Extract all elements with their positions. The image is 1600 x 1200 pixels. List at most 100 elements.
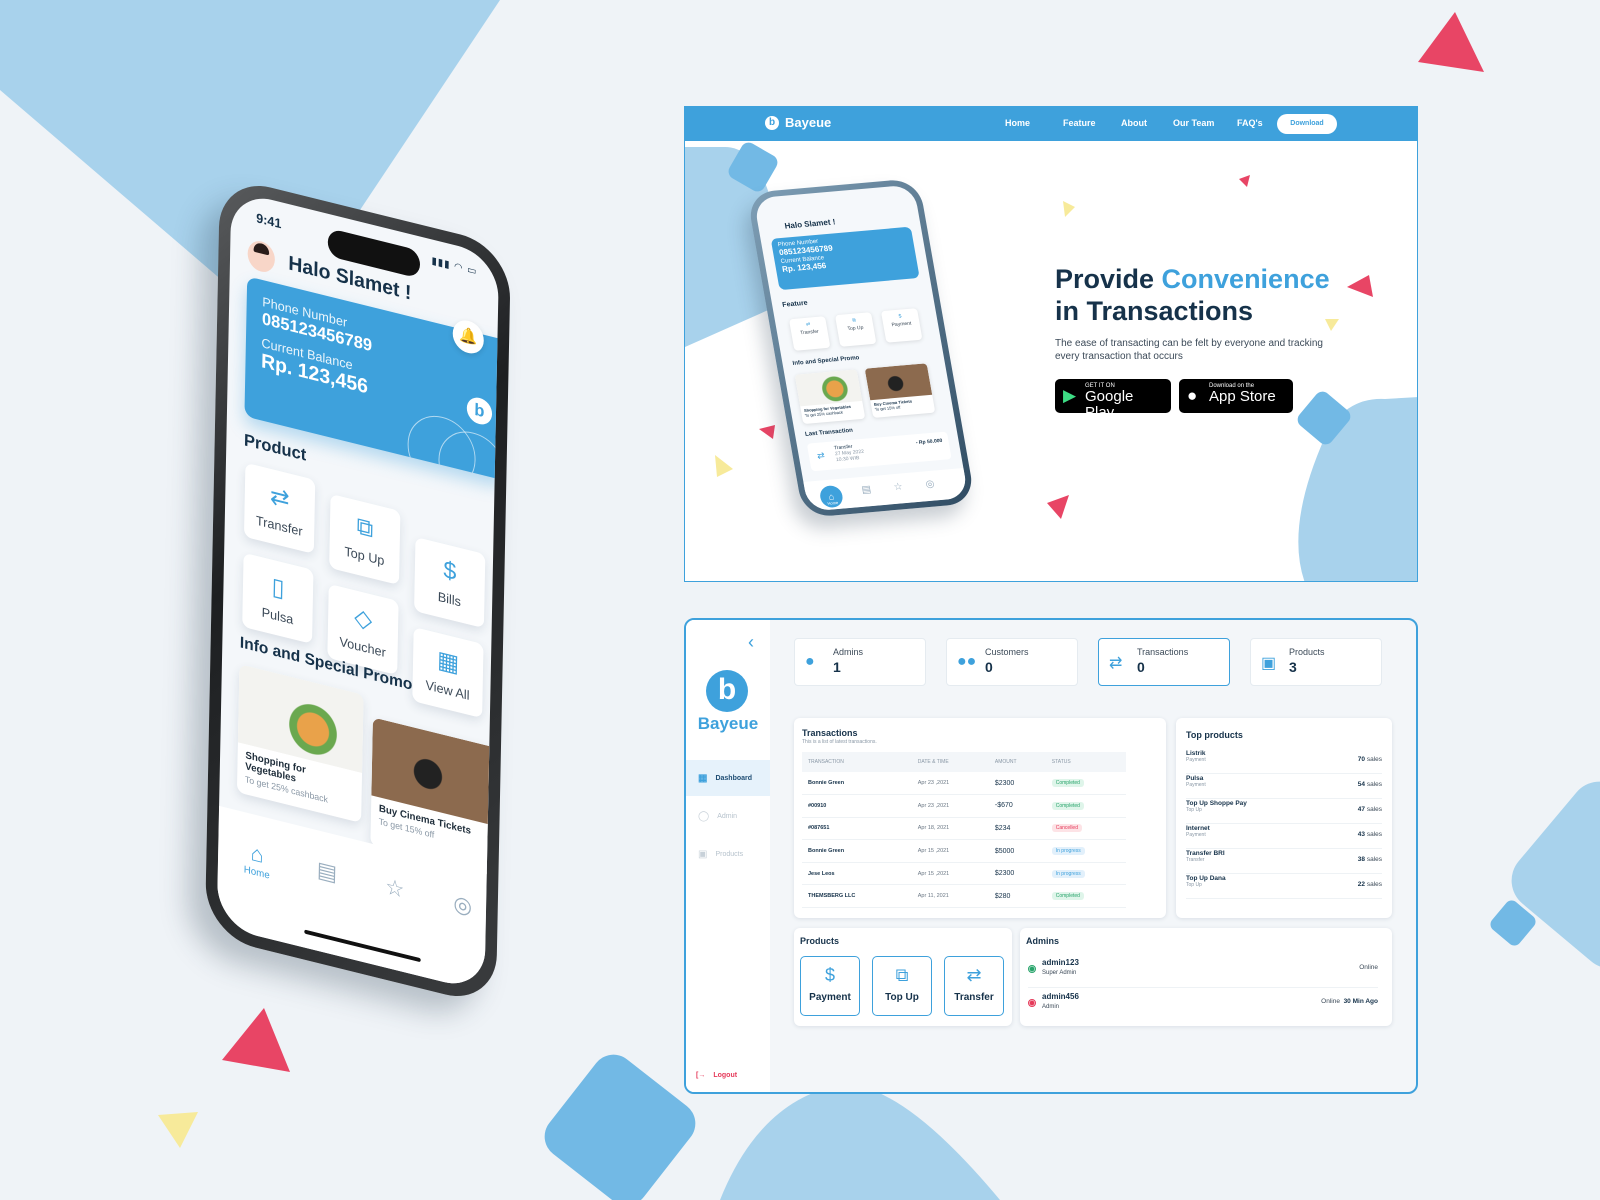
google-play-button[interactable]: ▶ GET IT ON Google Play — [1055, 379, 1171, 421]
sales-count: 38 — [1357, 856, 1365, 863]
product-pulsa-button[interactable]: ▯ Pulsa — [242, 552, 314, 644]
list-item[interactable]: Listrik Payment 70 sales — [1186, 750, 1382, 774]
products-card: Products $ Payment ⧉ Top Up ⇄ Transfer — [794, 928, 1012, 1026]
hero-title-part1: Provide — [1055, 264, 1162, 294]
product-name: Transfer BRI — [1186, 850, 1225, 857]
nav-history[interactable]: ▤ — [298, 852, 357, 892]
transaction-name: Jese Leos — [802, 862, 912, 886]
logout-button[interactable]: [→ Logout — [696, 1072, 737, 1079]
transaction-status-cell: In progress — [1045, 862, 1126, 886]
list-item[interactable]: Pulsa Payment 54 sales — [1186, 775, 1382, 799]
stat-value: 3 — [1289, 659, 1297, 675]
table-header-row: TRANSACTION DATE & TIME AMOUNT STATUS — [802, 752, 1126, 772]
sales-count: 22 — [1357, 881, 1365, 888]
stat-card-customers[interactable]: ●● Customers 0 — [946, 638, 1078, 686]
product-sales: 70 sales — [1358, 756, 1382, 763]
product-top-up-button[interactable]: ⧉ Top Up — [872, 956, 932, 1016]
mini-feature-payment: $ Payment — [880, 308, 923, 343]
promo-card[interactable]: Shopping for Vegetables To get 25% cashb… — [236, 664, 364, 823]
stat-card-products[interactable]: ▣ Products 3 — [1250, 638, 1382, 686]
hero-title-accent: Convenience — [1161, 264, 1330, 294]
nav-link-our-team[interactable]: Our Team — [1173, 118, 1214, 128]
online-status-icon — [1028, 965, 1036, 973]
sidebar-item-label: Dashboard — [715, 774, 753, 782]
download-button[interactable]: Download — [1277, 114, 1337, 134]
product-category: Top Up — [1186, 807, 1202, 813]
bg-red-triangle-bottom — [222, 1008, 290, 1072]
landing-brand[interactable]: b Bayeue — [765, 115, 831, 130]
user-icon: ◯ — [698, 810, 710, 822]
transactions-table: TRANSACTION DATE & TIME AMOUNT STATUS Bo… — [802, 752, 1126, 909]
table-row[interactable]: Bonnie Green Apr 23 ,2021 $2300 Completed — [802, 772, 1126, 796]
admin-role: Super Admin — [1042, 970, 1077, 976]
table-row[interactable]: #00910 Apr 23 ,2021 -$670 Completed — [802, 794, 1126, 818]
nav-link-home[interactable]: Home — [1005, 118, 1030, 128]
product-sales: 47 sales — [1358, 806, 1382, 813]
table-row[interactable]: THEMSBERG LLC Apr 11, 2021 $280 Completed — [802, 884, 1126, 909]
product-transfer-button[interactable]: ⇄ Transfer — [243, 462, 316, 554]
status-badge: In progress — [1051, 847, 1085, 856]
logout-icon: [→ — [696, 1072, 706, 1079]
admin-row[interactable]: admin456 Admin Online 30 Min Ago — [1028, 990, 1378, 1022]
product-name: Pulsa — [1186, 775, 1204, 782]
profile-icon: ◎ — [924, 478, 936, 491]
mini-promo-card: Shopping for Vegetables To get 25% cashba… — [794, 369, 866, 425]
admin-last-seen: 30 Min Ago — [1343, 998, 1378, 1005]
transaction-name: #087651 — [802, 817, 912, 841]
stat-card-admins[interactable]: ● Admins 1 — [794, 638, 926, 686]
product-top-up-button[interactable]: ⧉ Top Up — [329, 493, 401, 586]
transaction-status-cell: Completed — [1045, 794, 1126, 818]
list-item[interactable]: Top Up Dana Top Up 22 sales — [1186, 875, 1382, 899]
product-view-all-button[interactable]: ▦ View All — [412, 626, 484, 719]
transaction-amount: $234 — [988, 817, 1046, 841]
nav-favorites[interactable]: ☆ — [365, 868, 424, 908]
transaction-name: Bonnie Green — [802, 772, 912, 796]
nav-link-about[interactable]: About — [1121, 118, 1147, 128]
transaction-status-cell: Completed — [1045, 884, 1126, 909]
stat-card-transactions[interactable]: ⇄ Transactions 0 — [1098, 638, 1230, 686]
nav-profile[interactable]: ◎ — [433, 885, 492, 925]
chevron-left-icon[interactable]: ‹ — [748, 632, 754, 653]
mini-home-label: Home — [827, 500, 839, 506]
product-payment-button[interactable]: $ Payment — [800, 956, 860, 1016]
sidebar-item-products[interactable]: ▣ Products — [686, 836, 770, 872]
brand-logo-icon: b — [765, 115, 779, 130]
avatar[interactable] — [247, 238, 276, 275]
sales-count: 43 — [1357, 831, 1365, 838]
transaction-name: THEMSBERG LLC — [802, 884, 912, 909]
admin-status: Online — [1359, 964, 1378, 971]
table-row[interactable]: #087651 Apr 18, 2021 $234 Cancelled — [802, 817, 1126, 841]
sidebar-item-label: Products — [715, 850, 744, 858]
transaction-date: Apr 15 ,2021 — [911, 862, 989, 886]
list-item[interactable]: Transfer BRI Transfer 38 sales — [1186, 850, 1382, 874]
product-name: Top Up Shoppe Pay — [1186, 800, 1247, 807]
apple-icon: ● — [1187, 386, 1198, 405]
table-row[interactable]: Bonnie Green Apr 15 ,2021 $5000 In progress — [802, 839, 1126, 863]
bg-blue-shape-right — [1511, 781, 1600, 969]
app-store-button[interactable]: ● Download on the App Store — [1179, 379, 1293, 413]
nav-home[interactable]: ⌂ Home — [228, 834, 287, 885]
sidebar-item-admin[interactable]: ◯ Admin — [686, 798, 770, 834]
list-item[interactable]: Internet Payment 43 sales — [1186, 825, 1382, 849]
list-item[interactable]: Top Up Shoppe Pay Top Up 47 sales — [1186, 800, 1382, 824]
users-icon: ●● — [957, 653, 977, 670]
admin-row[interactable]: admin123 Super Admin Online — [1028, 956, 1378, 988]
nav-link-faq[interactable]: FAQ's — [1237, 118, 1263, 128]
phone-screen: 9:41 ▮▮▮ ◠ ▭ Halo Slamet ! Phone Number … — [216, 189, 500, 993]
dashboard-icon: ▦ — [698, 772, 708, 784]
nav-link-feature[interactable]: Feature — [1063, 118, 1096, 128]
landing-navbar: b Bayeue Home Feature About Our Team FAQ… — [685, 107, 1417, 141]
product-bills-button[interactable]: $ Bills — [414, 536, 486, 629]
sidebar-item-dashboard[interactable]: ▦ Dashboard — [686, 760, 770, 796]
stat-value: 0 — [1137, 659, 1145, 675]
transactions-card: Transactions This is a list of latest tr… — [794, 718, 1166, 918]
transfer-icon: ⇄ — [966, 965, 982, 985]
status-badge: Cancelled — [1051, 824, 1082, 833]
product-transfer-button[interactable]: ⇄ Transfer — [944, 956, 1004, 1016]
mini-feature-label: Transfer — [799, 328, 820, 337]
column-header: DATE & TIME — [911, 752, 989, 772]
status-badge: Completed — [1051, 892, 1084, 901]
product-label: Payment — [809, 992, 851, 1003]
table-row[interactable]: Jese Leos Apr 15 ,2021 $2300 In progress — [802, 862, 1126, 886]
landing-page-panel: b Bayeue Home Feature About Our Team FAQ… — [684, 106, 1418, 582]
